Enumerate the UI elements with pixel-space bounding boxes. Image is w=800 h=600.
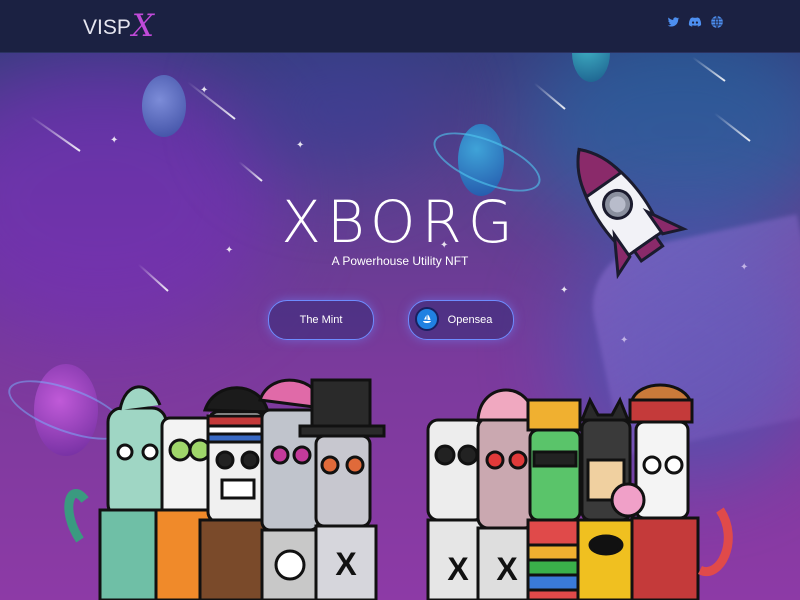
navbar: VISP X — [0, 0, 800, 53]
site-logo[interactable]: VISP X — [83, 8, 154, 44]
social-links — [666, 15, 724, 29]
svg-text:X: X — [447, 551, 469, 587]
rocket-illustration — [576, 147, 689, 280]
opensea-button[interactable]: Opensea — [408, 300, 514, 340]
star-decoration: ✦ — [200, 85, 209, 96]
discord-icon[interactable] — [688, 15, 702, 29]
robots-illustration: X X X — [64, 378, 733, 600]
twitter-icon[interactable] — [666, 15, 680, 29]
opensea-icon — [415, 307, 439, 331]
star-decoration: ✦ — [296, 140, 305, 151]
the-mint-button[interactable]: The Mint — [268, 300, 374, 340]
svg-text:X: X — [496, 551, 518, 587]
planet-decoration — [142, 75, 186, 137]
globe-icon[interactable] — [710, 15, 724, 29]
logo-x-mark: X — [131, 8, 154, 44]
the-mint-label: The Mint — [299, 314, 343, 326]
logo-text: VISP — [83, 16, 131, 39]
svg-text:X: X — [335, 546, 357, 582]
star-decoration: ✦ — [110, 135, 119, 146]
opensea-label: Opensea — [447, 314, 493, 326]
